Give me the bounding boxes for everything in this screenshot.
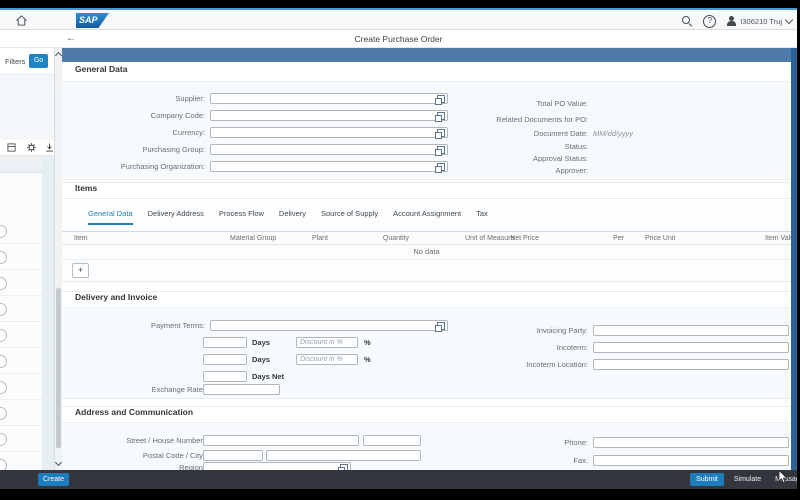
tab-source-of-supply[interactable]: Source of Supply [321,209,378,225]
incoterm-label: Incoterm: [472,342,588,353]
create-button[interactable]: Create [38,473,69,486]
avatar [0,355,7,368]
document-date-value: MM/dd/yyyy [593,128,633,139]
items-empty-row: No data [62,245,791,260]
download-icon[interactable] [45,143,54,152]
document-date-label: Document Date: [472,128,588,139]
exchange-rate-label: Exchange Rate: [62,384,205,395]
title-bar: ← Create Purchase Order [0,30,797,48]
invoicing-party-label: Invoicing Party: [472,325,588,336]
gear-icon[interactable] [27,143,36,152]
list-item[interactable] [0,270,54,296]
list-item[interactable] [0,426,54,452]
column-header-price-unit: Price Unit [645,235,675,242]
page-title: Create Purchase Order [0,34,797,44]
phone-input[interactable] [593,437,789,448]
days-net-label: Days Net [252,371,284,382]
sidebar-panel: Filters Go [0,48,55,470]
column-header-item-value: Item Value [765,235,791,242]
avatar [0,277,7,290]
avatar [0,459,7,470]
tab-process-flow[interactable]: Process Flow [219,209,264,225]
column-header-per: Per [613,235,624,242]
column-header-net-price: Net Price [510,235,539,242]
approver-label: Approver: [472,165,588,176]
phone-label: Phone: [472,437,588,448]
simulate-button[interactable]: Simulate [730,473,765,486]
tab-tax[interactable]: Tax [476,209,488,225]
items-tab-strip: General Data Delivery Address Process Flow… [62,203,791,225]
sidebar-toolbar [0,140,54,156]
sidebar-filter-row: Filters Go [0,48,54,75]
help-icon[interactable]: ? [703,15,716,28]
list-item[interactable] [0,218,54,244]
scroll-up-icon[interactable] [55,52,62,59]
user-name: I306210 Truj [740,17,782,26]
search-icon[interactable] [682,16,692,26]
column-header-item: Item [74,235,88,242]
avatar [0,329,7,342]
list-item[interactable] [0,348,54,374]
invoicing-party-input[interactable] [593,325,789,336]
fax-input[interactable] [593,455,789,466]
total-po-value-label: Total PO Value: [472,98,588,109]
sap-logo: SAP [76,13,109,28]
list-item[interactable] [0,244,54,270]
scroll-down-icon[interactable] [55,459,62,466]
list-item[interactable] [0,400,54,426]
fax-label: Fax: [472,455,588,466]
section-title-address: Address and Communication [62,406,791,422]
section-title-items: Items [62,182,791,198]
avatar [0,381,7,394]
list-item[interactable] [0,296,54,322]
person-icon [727,16,736,26]
column-header-plant: Plant [312,235,328,242]
user-menu[interactable]: I306210 Truj [727,16,792,26]
list-item[interactable] [0,322,54,348]
avatar [0,433,7,446]
incoterm-input[interactable] [593,342,789,353]
tab-delivery[interactable]: Delivery [279,209,306,225]
sidebar-scrollbar[interactable] [55,48,62,470]
column-header-unit-of-measure: Unit of Measure [465,235,514,242]
list-item[interactable] [0,374,54,400]
related-docs-label: Related Documents for PO: [472,114,588,125]
status-label: Status: [472,141,588,152]
incoterm-location-input[interactable] [593,359,789,370]
list-icon[interactable] [7,143,16,152]
filters-label: Filters [5,57,25,66]
avatar [0,251,7,264]
column-header-quantity: Quantity [383,235,409,242]
create-po-page: General Data Supplier: Company Code: Cur… [62,48,791,470]
avatar [0,407,7,420]
approval-status-label: Approval Status: [472,153,588,164]
list-item[interactable] [0,452,54,470]
sidebar-chart-area [0,75,54,140]
shell-bar: SAP ? I306210 Truj [0,8,797,30]
tab-delivery-address[interactable]: Delivery Address [148,209,204,225]
footer-bar: Create Submit Simulate Messages [0,470,797,489]
anchor-bar [62,48,791,62]
submit-button[interactable]: Submit [690,473,724,486]
avatar [0,225,7,238]
days-net-input[interactable] [203,371,247,382]
section-title-general-data: General Data [62,64,791,80]
home-icon[interactable] [16,15,27,26]
scrollbar-thumb[interactable] [56,288,61,448]
exchange-rate-input[interactable] [203,384,280,395]
sidebar-list [0,218,54,470]
sap-fiori-app: SAP ? I306210 Truj ← Create Purchase Ord… [0,8,800,489]
avatar [0,303,7,316]
tab-general-data[interactable]: General Data [88,209,133,225]
section-title-delivery-invoice: Delivery and Invoice [62,291,791,307]
items-table-header: Item Material Group Plant Quantity Unit of M… [62,231,791,245]
add-item-button[interactable]: + [72,263,89,278]
tab-account-assignment[interactable]: Account Assignment [393,209,461,225]
chevron-down-icon [785,16,793,24]
go-button[interactable]: Go [29,54,48,68]
incoterm-location-label: Incoterm Location: [472,359,588,370]
column-header-material-group: Material Group [230,235,276,242]
page-scrollbar[interactable] [791,48,797,470]
mouse-cursor [778,470,790,484]
